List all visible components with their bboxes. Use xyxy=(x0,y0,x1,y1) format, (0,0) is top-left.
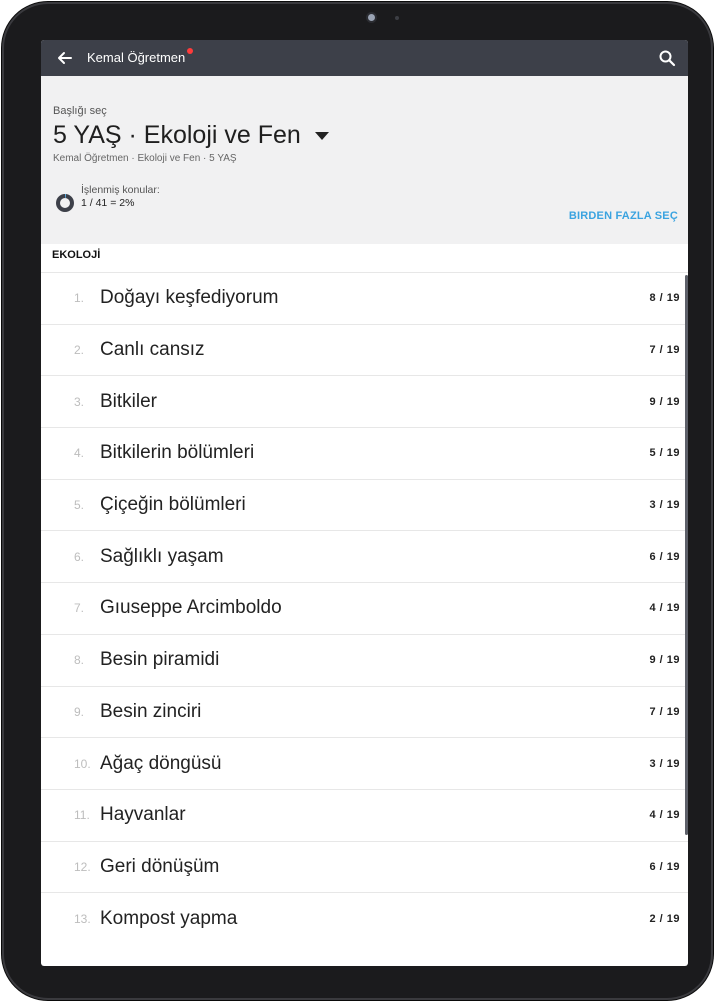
tablet-frame: Kemal Öğretmen Başlığı seç 5 YAŞ · Ekolo… xyxy=(2,2,713,1000)
scrollbar[interactable] xyxy=(685,275,688,835)
topic-row[interactable]: 11. Hayvanlar 4 / 19 xyxy=(41,788,688,841)
topic-count: 4 / 19 xyxy=(649,809,680,822)
subject-title: 5 YAŞ · Ekoloji ve Fen xyxy=(53,121,301,149)
arrow-left-icon[interactable] xyxy=(55,48,75,68)
select-hint: Başlığı seç xyxy=(53,105,107,117)
topic-name: Geri dönüşüm xyxy=(100,855,220,877)
topic-row[interactable]: 10. Ağaç döngüsü 3 / 19 xyxy=(41,737,688,789)
teacher-name: Kemal Öğretmen xyxy=(87,50,186,65)
topic-row[interactable]: 3. Bitkiler 9 / 19 xyxy=(41,375,688,427)
caret-down-icon xyxy=(314,132,329,141)
select-multiple-button[interactable]: BIRDEN FAZLA SEÇ xyxy=(569,210,678,222)
topic-count: 6 / 19 xyxy=(649,860,680,873)
topic-count: 6 / 19 xyxy=(649,550,680,563)
topic-row[interactable]: 8. Besin piramidi 9 / 19 xyxy=(41,633,688,686)
app-title: Kemal Öğretmen xyxy=(87,48,194,65)
topic-row[interactable]: 12. Geri dönüşüm 6 / 19 xyxy=(41,840,688,893)
topic-number: 2. xyxy=(74,343,85,358)
section-title: EKOLOJİ xyxy=(52,249,101,261)
subject-selector[interactable]: 5 YAŞ · Ekoloji ve Fen xyxy=(53,121,329,150)
topic-count: 4 / 19 xyxy=(649,602,680,615)
topic-row[interactable]: 7. Gıuseppe Arcimboldo 4 / 19 xyxy=(41,582,688,634)
topic-name: Kompost yapma xyxy=(100,907,238,929)
topic-name: Besin piramidi xyxy=(100,649,220,671)
topic-name: Besin zinciri xyxy=(100,700,202,722)
topic-number: 7. xyxy=(74,601,85,616)
topic-name: Bitkiler xyxy=(100,390,158,412)
topic-count: 3 / 19 xyxy=(649,757,680,770)
topic-number: 10. xyxy=(74,756,91,771)
topic-number: 6. xyxy=(74,549,85,564)
progress-value: 1 / 41 = 2% xyxy=(81,197,135,209)
topic-row[interactable]: 13. Kompost yapma 2 / 19 xyxy=(41,892,688,944)
topic-name: Çiçeğin bölümleri xyxy=(100,494,246,516)
topic-row[interactable]: 1. Doğayı keşfediyorum 8 / 19 xyxy=(41,272,688,324)
notification-dot xyxy=(187,48,194,54)
topic-name: Canlı cansız xyxy=(100,339,205,361)
topic-number: 8. xyxy=(74,653,85,668)
topic-name: Doğayı keşfediyorum xyxy=(100,287,279,309)
topic-row[interactable]: 6. Sağlıklı yaşam 6 / 19 xyxy=(41,530,688,582)
topic-count: 3 / 19 xyxy=(649,499,680,512)
topic-list: 1. Doğayı keşfediyorum 8 / 19 2. Canlı cansı… xyxy=(41,272,688,944)
topic-number: 1. xyxy=(74,291,85,306)
topic-count: 7 / 19 xyxy=(649,344,680,357)
breadcrumb: Kemal Öğretmen · Ekoloji ve Fen · 5 YAŞ xyxy=(53,153,237,164)
topic-number: 4. xyxy=(74,446,85,461)
topic-name: Ağaç döngüsü xyxy=(100,752,222,774)
topic-row[interactable]: 9. Besin zinciri 7 / 19 xyxy=(41,685,688,738)
progress-label: İşlenmiş konular: xyxy=(81,184,160,196)
topic-number: 13. xyxy=(74,911,91,926)
topic-count: 9 / 19 xyxy=(649,654,680,667)
topic-number: 12. xyxy=(74,859,91,874)
progress-ring-icon xyxy=(56,194,74,212)
topic-number: 9. xyxy=(74,704,85,719)
light-sensor xyxy=(395,16,399,20)
front-camera xyxy=(368,14,375,21)
topic-number: 3. xyxy=(74,394,85,409)
topic-number: 5. xyxy=(74,498,85,513)
topic-name: Sağlıklı yaşam xyxy=(100,545,224,567)
topic-name: Bitkilerin bölümleri xyxy=(100,442,255,464)
topic-count: 5 / 19 xyxy=(649,447,680,460)
topic-row[interactable]: 4. Bitkilerin bölümleri 5 / 19 xyxy=(41,427,688,479)
app-screen: Kemal Öğretmen Başlığı seç 5 YAŞ · Ekolo… xyxy=(41,40,688,966)
topic-row[interactable]: 2. Canlı cansız 7 / 19 xyxy=(41,323,688,376)
topic-row[interactable]: 5. Çiçeğin bölümleri 3 / 19 xyxy=(41,478,688,531)
topic-count: 9 / 19 xyxy=(649,395,680,408)
search-icon[interactable] xyxy=(658,49,676,67)
app-bar: Kemal Öğretmen xyxy=(41,40,688,76)
topic-name: Hayvanlar xyxy=(100,804,186,826)
topic-count: 2 / 19 xyxy=(649,912,680,925)
topic-name: Gıuseppe Arcimboldo xyxy=(100,597,282,619)
topic-count: 8 / 19 xyxy=(649,292,680,305)
topic-count: 7 / 19 xyxy=(649,705,680,718)
topic-number: 11. xyxy=(74,808,90,823)
